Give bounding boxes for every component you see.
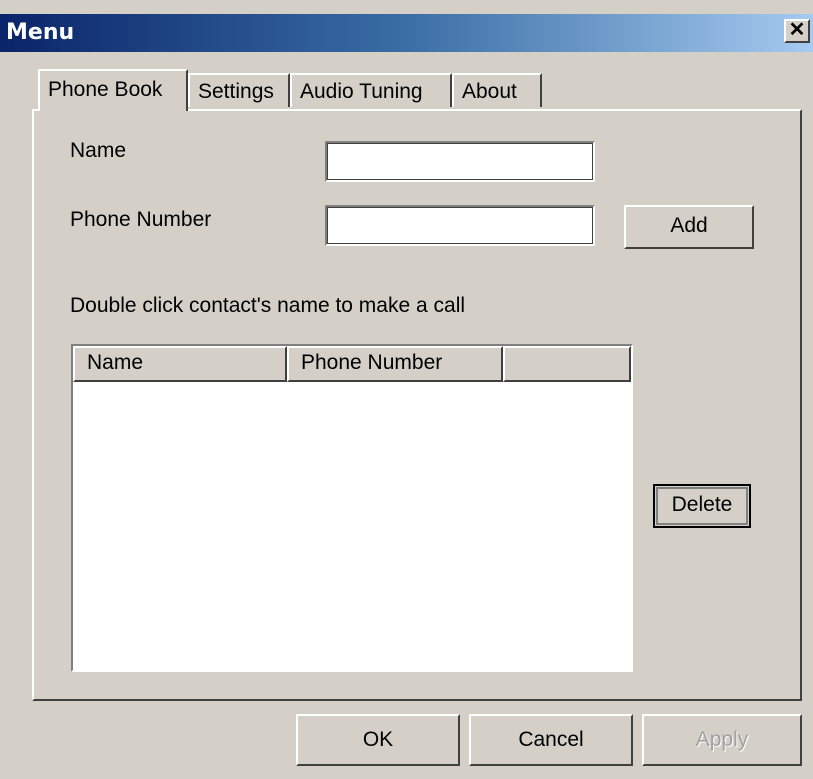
window-title: Menu	[6, 20, 75, 45]
tab-audio-tuning[interactable]: Audio Tuning	[290, 73, 452, 107]
name-input[interactable]	[327, 143, 593, 180]
tab-settings[interactable]: Settings	[188, 73, 290, 107]
cancel-button[interactable]: Cancel	[469, 714, 633, 766]
column-header-blank[interactable]	[503, 346, 631, 382]
close-icon: ✕	[788, 19, 806, 41]
tab-about[interactable]: About	[452, 73, 542, 107]
dialog-window: Menu ✕ Phone Book Settings Audio Tuning …	[0, 0, 813, 779]
instruction-text: Double click contact's name to make a ca…	[70, 294, 466, 317]
name-field[interactable]	[325, 141, 595, 182]
tab-phone-book[interactable]: Phone Book	[38, 69, 188, 111]
add-button[interactable]: Add	[624, 205, 754, 249]
column-header-phone-number[interactable]: Phone Number	[287, 346, 503, 382]
phone-number-label: Phone Number	[70, 208, 212, 231]
phone-number-field[interactable]	[325, 205, 595, 246]
delete-button[interactable]: Delete	[653, 484, 751, 528]
phone-number-input[interactable]	[327, 207, 593, 244]
close-button[interactable]: ✕	[784, 19, 810, 43]
column-header-name[interactable]: Name	[73, 346, 287, 382]
title-bar[interactable]: Menu ✕	[0, 14, 813, 52]
contacts-list[interactable]: Name Phone Number	[71, 344, 633, 672]
name-label: Name	[70, 139, 127, 162]
apply-button: Apply	[642, 714, 802, 766]
ok-button[interactable]: OK	[296, 714, 460, 766]
